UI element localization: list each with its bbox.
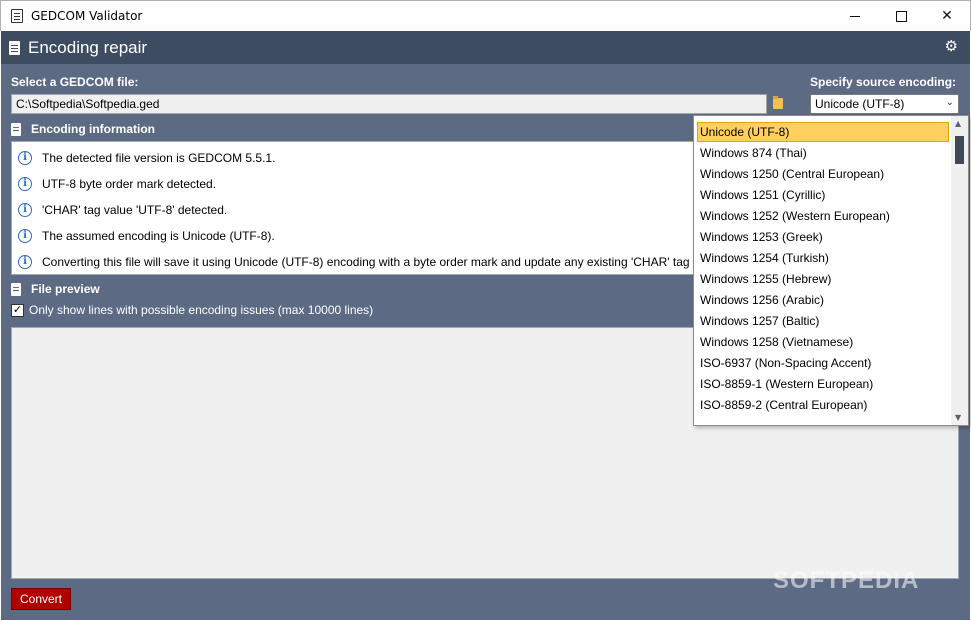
minimize-button[interactable] [832,1,878,31]
maximize-button[interactable] [878,1,924,31]
document-icon [11,282,21,296]
page-title: Encoding repair [28,37,148,57]
convert-button[interactable]: Convert [11,588,71,610]
info-icon: i [18,229,32,243]
info-text: 'CHAR' tag value 'UTF-8' detected. [42,203,228,217]
list-item: i The assumed encoding is Unicode (UTF-8… [18,226,275,246]
encoding-info-header: Encoding information [11,118,155,140]
dropdown-option[interactable]: ISO-6937 (Non-Spacing Accent) [697,353,949,373]
scroll-down-icon[interactable]: ▼ [955,413,961,422]
file-path-input[interactable]: C:\Softpedia\Softpedia.ged [11,94,767,114]
list-item: i The detected file version is GEDCOM 5.… [18,148,275,168]
issues-only-checkbox-row[interactable]: ✓ Only show lines with possible encoding… [11,303,373,317]
close-button[interactable]: ✕ [924,1,970,31]
info-text: UTF-8 byte order mark detected. [42,177,217,191]
dropdown-scrollbar[interactable]: ▲ ▼ [951,116,968,425]
close-icon: ✕ [941,8,953,24]
encoding-select[interactable]: Unicode (UTF-8) ⌄ [810,94,959,114]
dropdown-option[interactable]: Windows 1250 (Central European) [697,164,949,184]
app-icon [11,9,23,23]
window-title: GEDCOM Validator [31,9,143,23]
document-icon [9,40,20,55]
info-text: The assumed encoding is Unicode (UTF-8). [42,229,275,243]
dropdown-option[interactable]: Windows 1258 (Vietnamese) [697,332,949,352]
info-icon: i [18,177,32,191]
dropdown-option[interactable]: Windows 1253 (Greek) [697,227,949,247]
chevron-down-icon: ⌄ [945,97,954,108]
dropdown-option[interactable]: Windows 1255 (Hebrew) [697,269,949,289]
info-icon: i [18,255,32,269]
header-bar: Encoding repair ⚙ [1,31,970,64]
gear-icon[interactable]: ⚙ [945,39,958,54]
list-item: i 'CHAR' tag value 'UTF-8' detected. [18,200,227,220]
info-text: The detected file version is GEDCOM 5.5.… [42,151,276,165]
file-preview-header: File preview [11,278,100,300]
info-icon: i [18,203,32,217]
encoding-label: Specify source encoding: [810,75,957,89]
dropdown-option[interactable]: Windows 1257 (Baltic) [697,311,949,331]
dropdown-option[interactable]: Windows 1256 (Arabic) [697,290,949,310]
section-title: File preview [31,282,100,296]
dropdown-option[interactable]: Windows 1252 (Western European) [697,206,949,226]
title-bar: GEDCOM Validator ✕ [0,0,971,31]
window-controls: ✕ [832,1,970,31]
file-select-label: Select a GEDCOM file: [11,75,139,89]
section-title: Encoding information [31,122,155,136]
info-text: Converting this file will save it using … [42,255,699,269]
dropdown-option[interactable]: ISO-8859-2 (Central European) [697,395,949,415]
dropdown-option[interactable]: Windows 874 (Thai) [697,143,949,163]
watermark: SOFTPEDIA [773,567,920,594]
scrollbar-thumb[interactable] [955,136,964,164]
list-item: i Converting this file will save it usin… [18,252,699,272]
dropdown-option[interactable]: Windows 1254 (Turkish) [697,248,949,268]
folder-icon[interactable] [771,95,787,111]
encoding-dropdown-list[interactable]: Unicode (UTF-8) Windows 874 (Thai) Windo… [693,115,969,426]
dropdown-option[interactable]: ISO-8859-1 (Western European) [697,374,949,394]
checkbox-label: Only show lines with possible encoding i… [29,303,374,317]
encoding-select-value: Unicode (UTF-8) [815,97,905,111]
document-icon [11,122,21,136]
dropdown-option[interactable]: Windows 1251 (Cyrillic) [697,185,949,205]
dropdown-option[interactable]: Unicode (UTF-8) [697,122,949,142]
info-icon: i [18,151,32,165]
scroll-up-icon[interactable]: ▲ [955,119,961,128]
list-item: i UTF-8 byte order mark detected. [18,174,216,194]
issues-only-checkbox[interactable]: ✓ [11,303,24,317]
